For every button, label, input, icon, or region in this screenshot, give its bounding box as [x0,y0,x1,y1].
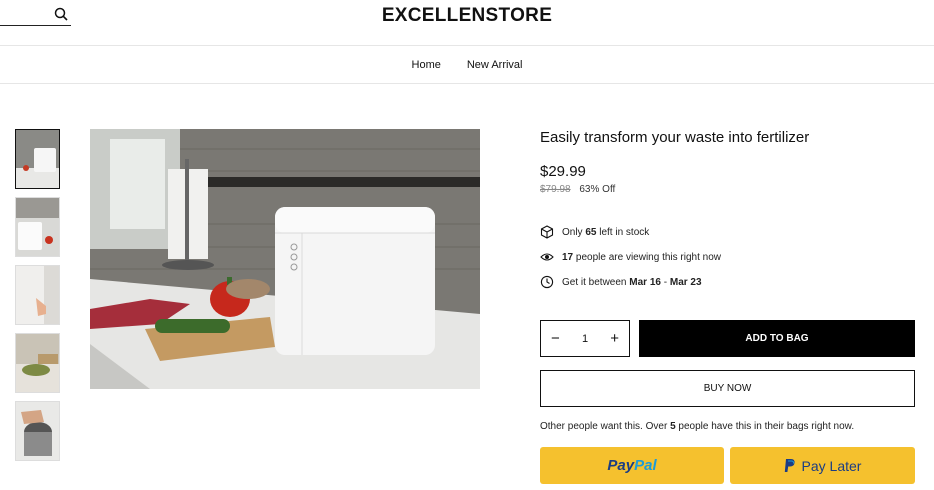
quantity-stepper: − 1 + [540,320,630,357]
thumbnail-3[interactable] [15,265,60,325]
stock-post: left in stock [599,226,650,238]
clock-icon [540,275,554,289]
quantity-input[interactable]: 1 [582,333,588,345]
delivery-info: Get it between Mar 16 - Mar 23 [540,275,702,289]
quantity-increase-button[interactable]: + [610,330,619,347]
delivery-end: Mar 23 [669,276,702,288]
viewers-info: 17 people are viewing this right now [540,250,721,264]
social-proof-text: Other people want this. Over 5 people ha… [540,421,854,432]
pay-later-button[interactable]: Pay Later [730,447,915,484]
social-post: people have this in their bags right now… [678,421,855,432]
thumbnail-2[interactable] [15,197,60,257]
product-price: $29.99 [540,163,586,180]
delivery-pre: Get it between [562,276,627,288]
product-main-image[interactable] [90,129,480,389]
social-count: 5 [670,421,676,432]
store-logo[interactable]: EXCELLENSTORE [0,5,934,27]
header: EXCELLENSTORE [0,0,934,46]
thumbnail-1[interactable] [15,129,60,189]
paypal-logo-pal: Pal [634,457,657,474]
paypal-logo-pay: Pay [607,457,635,474]
viewers-post: people are viewing this right now [575,251,721,263]
paypal-icon [784,459,795,472]
quantity-decrease-button[interactable]: − [551,330,560,347]
eye-icon [540,253,554,261]
product-title: Easily transform your waste into fertili… [540,129,810,146]
original-price: $79.98 [540,184,571,195]
buy-now-button[interactable]: BUY NOW [540,370,915,407]
main-nav: Home New Arrival [0,46,934,84]
add-to-bag-button[interactable]: ADD TO BAG [639,320,915,357]
viewers-count: 17 [562,251,574,263]
stock-info: Only 65 left in stock [540,225,649,239]
stock-count: 65 [585,226,597,238]
thumbnail-5[interactable] [15,401,60,461]
delivery-sep: - [663,276,668,288]
nav-new-arrival[interactable]: New Arrival [467,59,523,71]
pay-later-label: Pay Later [801,457,862,474]
box-icon [540,225,554,239]
stock-pre: Only [562,226,583,238]
delivery-start: Mar 16 [629,276,661,288]
thumbnail-4[interactable] [15,333,60,393]
discount-badge: 63% Off [579,184,616,195]
paypal-button[interactable]: Pay Pal [540,447,724,484]
social-pre: Other people want this. Over [540,421,668,432]
product-info: Easily transform your waste into fertili… [540,129,915,484]
nav-home[interactable]: Home [412,59,441,71]
price-comparison: $79.98 63% Off [540,184,615,195]
thumbnail-list [15,129,60,469]
